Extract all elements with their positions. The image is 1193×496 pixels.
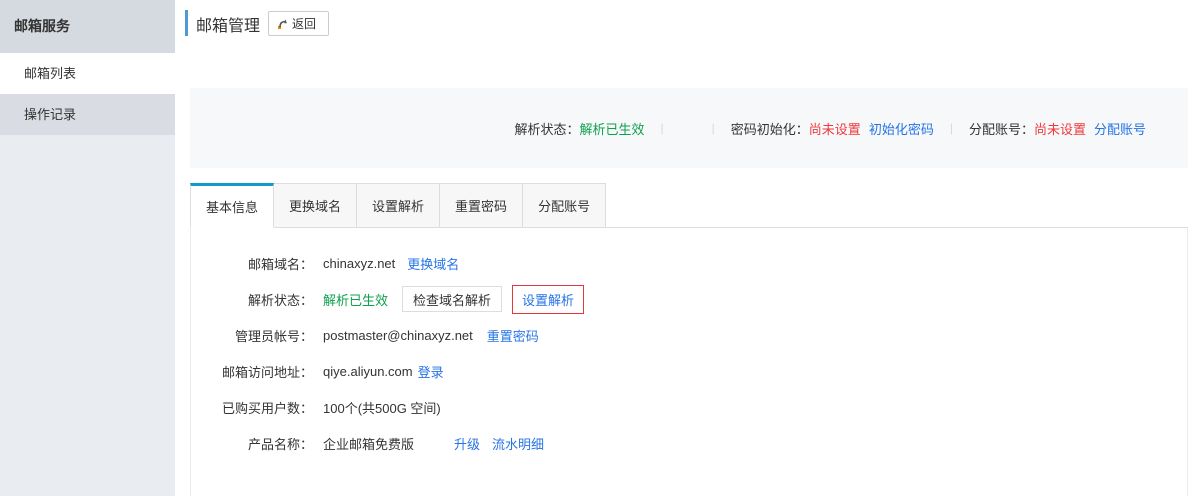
detail-label: 产品名称： [191, 434, 313, 453]
login-link[interactable]: 登录 [418, 362, 444, 381]
sidebar: 邮箱服务 邮箱列表 操作记录 [0, 0, 175, 496]
status-label: 密码初始化： [731, 119, 809, 138]
resolution-status-text: 解析已生效 [323, 290, 388, 309]
status-label: 解析状态： [515, 119, 580, 138]
detail-row-purchased-users: 已购买用户数： 100个(共500G 空间) [191, 389, 1187, 425]
admin-account-group: postmaster@chinaxyz.net 重置密码 [323, 326, 539, 345]
basic-info-panel: 邮箱域名： chinaxyz.net 更换域名 解析状态： 解析已生效 检查域名… [190, 228, 1188, 496]
purchased-users-group: 100个(共500G 空间) [323, 398, 441, 417]
page-header: 邮箱管理 返回 [175, 0, 1193, 88]
detail-row-product-name: 产品名称： 企业邮箱免费版 升级 流水明细 [191, 425, 1187, 461]
billing-detail-link[interactable]: 流水明细 [492, 434, 544, 453]
back-icon [277, 18, 289, 30]
detail-row-domain: 邮箱域名： chinaxyz.net 更换域名 [191, 245, 1187, 281]
product-name-value: 企业邮箱免费版 [323, 434, 414, 453]
separator: | [712, 121, 715, 135]
status-label: 分配账号： [969, 119, 1034, 138]
access-url-value: qiye.aliyun.com [323, 364, 413, 379]
access-url-group: qiye.aliyun.com 登录 [323, 362, 444, 381]
detail-row-access-url: 邮箱访问地址： qiye.aliyun.com 登录 [191, 353, 1187, 389]
init-password-link[interactable]: 初始化密码 [869, 119, 934, 138]
tab-set-dns[interactable]: 设置解析 [357, 183, 440, 228]
set-dns-link[interactable]: 设置解析 [522, 290, 574, 309]
detail-label: 邮箱访问地址： [191, 362, 313, 381]
assign-account-status-value: 尚未设置 [1034, 119, 1086, 138]
sidebar-item-label: 操作记录 [24, 107, 76, 122]
detail-label: 邮箱域名： [191, 254, 313, 273]
password-init-status-value: 尚未设置 [809, 119, 861, 138]
tab-assign-account[interactable]: 分配账号 [523, 183, 606, 228]
back-button-label: 返回 [292, 15, 316, 32]
main-content: 邮箱管理 返回 解析状态： 解析已生效 | | 密码初始化： 尚未设置 初始 [175, 0, 1193, 496]
resolution-value-group: 解析已生效 检查域名解析 设置解析 [323, 285, 584, 314]
admin-account-value: postmaster@chinaxyz.net [323, 328, 473, 343]
reset-password-link[interactable]: 重置密码 [487, 326, 539, 345]
separator: | [950, 121, 953, 135]
detail-label: 管理员帐号： [191, 326, 313, 345]
assign-account-link[interactable]: 分配账号 [1094, 119, 1146, 138]
page-title: 邮箱管理 [196, 12, 260, 36]
product-name-group: 企业邮箱免费版 升级 流水明细 [323, 434, 544, 453]
set-dns-highlight-box: 设置解析 [512, 285, 584, 314]
tab-basic-info[interactable]: 基本信息 [190, 183, 274, 228]
status-bar: 解析状态： 解析已生效 | | 密码初始化： 尚未设置 初始化密码 | 分配账号… [190, 88, 1188, 168]
sidebar-item-mailbox-list[interactable]: 邮箱列表 [0, 53, 175, 94]
back-button[interactable]: 返回 [268, 11, 329, 36]
status-group-resolution: 解析状态： 解析已生效 [515, 119, 645, 138]
title-accent-bar [185, 10, 188, 36]
sidebar-title: 邮箱服务 [0, 0, 175, 53]
change-domain-link[interactable]: 更换域名 [407, 254, 459, 273]
sidebar-item-label: 邮箱列表 [24, 66, 76, 81]
status-group-assign-account: 分配账号： 尚未设置 分配账号 [969, 119, 1146, 138]
purchased-users-value: 100个(共500G 空间) [323, 398, 441, 417]
tab-bar: 基本信息 更换域名 设置解析 重置密码 分配账号 [190, 183, 1188, 228]
tab-reset-password[interactable]: 重置密码 [440, 183, 523, 228]
detail-row-resolution-status: 解析状态： 解析已生效 检查域名解析 设置解析 [191, 281, 1187, 317]
check-dns-button[interactable]: 检查域名解析 [402, 286, 502, 312]
mailbox-domain-value: chinaxyz.net [323, 256, 395, 271]
detail-label: 解析状态： [191, 290, 313, 309]
resolution-status-value: 解析已生效 [580, 119, 645, 138]
domain-value-group: chinaxyz.net 更换域名 [323, 254, 459, 273]
status-group-password-init: 密码初始化： 尚未设置 初始化密码 [731, 119, 934, 138]
detail-row-admin-account: 管理员帐号： postmaster@chinaxyz.net 重置密码 [191, 317, 1187, 353]
mailbox-management-page: 邮箱服务 邮箱列表 操作记录 邮箱管理 返回 解析状态： [0, 0, 1193, 496]
separator: | [661, 121, 664, 135]
sidebar-item-operation-log[interactable]: 操作记录 [0, 94, 175, 135]
upgrade-link[interactable]: 升级 [454, 434, 480, 453]
detail-label: 已购买用户数： [191, 398, 313, 417]
tab-change-domain[interactable]: 更换域名 [274, 183, 357, 228]
